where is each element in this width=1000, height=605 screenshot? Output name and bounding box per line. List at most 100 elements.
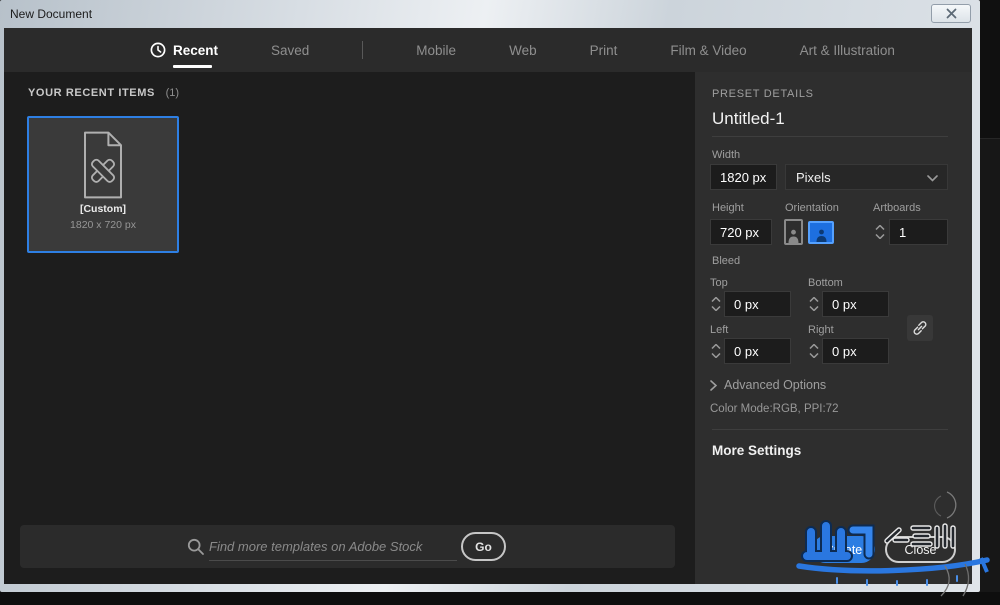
portrait-figure-icon	[787, 229, 800, 243]
window-titlebar: New Document	[0, 0, 980, 28]
recent-items-heading-text: YOUR RECENT ITEMS	[28, 87, 155, 99]
orientation-landscape-button[interactable]	[808, 221, 834, 244]
tab-recent[interactable]: Recent	[150, 28, 218, 72]
bleed-left-label: Left	[710, 324, 728, 336]
bleed-top-value: 0 px	[734, 297, 759, 312]
more-settings-button[interactable]: More Settings	[712, 443, 801, 458]
height-value: 720 px	[720, 225, 759, 240]
template-search-input[interactable]	[209, 532, 457, 561]
tab-art-illustration[interactable]: Art & Illustration	[800, 28, 895, 72]
orientation-label: Orientation	[785, 202, 839, 214]
width-label: Width	[712, 149, 740, 161]
chevron-down-icon	[927, 175, 938, 182]
tab-film-video[interactable]: Film & Video	[670, 28, 746, 72]
chevron-right-icon	[710, 380, 717, 391]
recent-item-name: [Custom]	[29, 203, 177, 215]
recent-item-size: 1820 x 720 px	[29, 219, 177, 231]
search-icon	[187, 538, 205, 556]
new-document-dialog: Recent Saved Mobile Web Print Film & Vid	[4, 28, 972, 584]
preset-details-heading: PRESET DETAILS	[712, 88, 814, 100]
bleed-left-stepper[interactable]	[710, 338, 722, 364]
tab-group-divider	[362, 41, 363, 59]
stepper-up-icon	[875, 225, 885, 230]
recent-items-heading: YOUR RECENT ITEMS (1)	[28, 87, 179, 99]
tab-label-web: Web	[509, 43, 537, 58]
stepper-up-icon	[711, 344, 721, 349]
stepper-down-icon	[809, 306, 819, 311]
units-dropdown[interactable]: Pixels	[785, 164, 948, 190]
bleed-top-label: Top	[710, 277, 728, 289]
stepper-down-icon	[711, 353, 721, 358]
document-name-input[interactable]: Untitled-1	[712, 109, 785, 129]
recent-items-panel: YOUR RECENT ITEMS (1) [Custom] 1820 x 72…	[4, 72, 695, 584]
stepper-up-icon	[809, 344, 819, 349]
adobe-stock-search-bar: Go	[20, 525, 675, 568]
create-button[interactable]: Create	[812, 536, 875, 563]
bleed-bottom-value: 0 px	[832, 297, 857, 312]
bleed-bottom-stepper[interactable]	[808, 291, 820, 317]
advanced-options-label: Advanced Options	[724, 378, 826, 392]
bleed-right-stepper[interactable]	[808, 338, 820, 364]
new-document-window: New Document Recent Saved	[0, 0, 980, 592]
bleed-top-stepper[interactable]	[710, 291, 722, 317]
bleed-left-input[interactable]: 0 px	[724, 338, 791, 364]
screen: New Document Recent Saved	[0, 0, 1000, 605]
desktop-background-bottom	[0, 592, 1000, 605]
artboards-label: Artboards	[873, 202, 921, 214]
bleed-label: Bleed	[712, 255, 740, 267]
artboards-stepper[interactable]	[874, 219, 886, 245]
create-button-label: Create	[825, 543, 863, 557]
bleed-top-input[interactable]: 0 px	[724, 291, 791, 317]
clock-icon	[150, 42, 166, 58]
tab-label-print: Print	[590, 43, 618, 58]
recent-item-card[interactable]: [Custom] 1820 x 720 px	[27, 116, 179, 253]
height-input[interactable]: 720 px	[710, 219, 772, 245]
bleed-bottom-input[interactable]: 0 px	[822, 291, 889, 317]
custom-document-icon	[74, 129, 132, 201]
window-title: New Document	[10, 0, 92, 28]
link-icon	[912, 320, 928, 336]
tab-print[interactable]: Print	[590, 28, 618, 72]
bleed-right-label: Right	[808, 324, 834, 336]
divider	[712, 429, 948, 430]
advanced-options-toggle[interactable]: Advanced Options	[710, 378, 826, 392]
bleed-right-input[interactable]: 0 px	[822, 338, 889, 364]
desktop-dark-strip	[980, 0, 1000, 138]
width-input[interactable]: 1820 px	[710, 164, 777, 190]
preset-details-panel: PRESET DETAILS Untitled-1 Width 1820 px …	[695, 72, 972, 584]
close-icon	[946, 8, 957, 19]
close-button[interactable]: Close	[885, 536, 956, 563]
bleed-right-value: 0 px	[832, 344, 857, 359]
tab-label-recent: Recent	[173, 43, 218, 58]
bleed-bottom-label: Bottom	[808, 277, 843, 289]
height-label: Height	[712, 202, 744, 214]
stepper-down-icon	[809, 353, 819, 358]
go-button[interactable]: Go	[461, 532, 506, 561]
bleed-link-toggle[interactable]	[907, 315, 933, 341]
stepper-up-icon	[809, 297, 819, 302]
stepper-down-icon	[875, 234, 885, 239]
tab-mobile[interactable]: Mobile	[416, 28, 456, 72]
desktop-background-right	[980, 0, 1000, 605]
landscape-figure-icon	[815, 229, 828, 242]
tab-web[interactable]: Web	[509, 28, 537, 72]
tab-label-art-illustration: Art & Illustration	[800, 43, 895, 58]
width-value: 1820 px	[720, 170, 766, 185]
recent-items-count: (1)	[166, 87, 179, 99]
stepper-up-icon	[711, 297, 721, 302]
divider	[712, 136, 948, 137]
tab-label-mobile: Mobile	[416, 43, 456, 58]
tab-label-film-video: Film & Video	[670, 43, 746, 58]
close-button-label: Close	[905, 543, 937, 557]
active-tab-underline	[173, 65, 212, 68]
tab-saved[interactable]: Saved	[271, 28, 309, 72]
window-close-button[interactable]	[931, 4, 971, 23]
desktop-seam-line	[980, 138, 1000, 139]
tab-bar: Recent Saved Mobile Web Print Film & Vid	[4, 28, 972, 72]
bleed-left-value: 0 px	[734, 344, 759, 359]
artboards-input[interactable]: 1	[889, 219, 948, 245]
tab-label-saved: Saved	[271, 43, 309, 58]
color-mode-summary: Color Mode:RGB, PPI:72	[710, 403, 838, 415]
artboards-value: 1	[899, 225, 906, 240]
orientation-portrait-button[interactable]	[784, 219, 803, 245]
